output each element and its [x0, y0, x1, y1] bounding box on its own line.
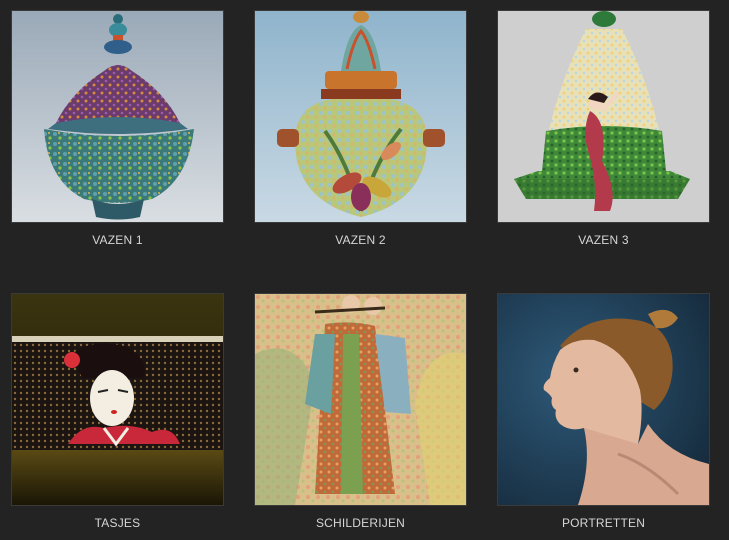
portrait-woman-profile-image [498, 294, 709, 505]
painting-flute-player-image [255, 294, 466, 505]
thumbnail-portretten[interactable] [497, 293, 710, 506]
thumbnail-vazen-1[interactable] [11, 10, 224, 223]
vase-figure-image [498, 11, 709, 222]
tile-caption[interactable]: VAZEN 3 [497, 233, 710, 247]
tile-caption[interactable]: VAZEN 2 [254, 233, 467, 247]
gallery-tile-vazen-3[interactable]: VAZEN 3 [497, 10, 710, 250]
tile-caption[interactable]: TASJES [11, 516, 224, 530]
gallery-tile-vazen-1[interactable]: VAZEN 1 [11, 10, 224, 250]
thumbnail-vazen-2[interactable] [254, 10, 467, 223]
thumbnail-schilderijen[interactable] [254, 293, 467, 506]
vase-floral-urn-image [255, 11, 466, 222]
gallery-tile-tasjes[interactable]: TASJES [11, 293, 224, 533]
tile-caption[interactable]: SCHILDERIJEN [254, 516, 467, 530]
thumbnail-vazen-3[interactable] [497, 10, 710, 223]
gallery-tile-schilderijen[interactable]: SCHILDERIJEN [254, 293, 467, 533]
tile-caption[interactable]: VAZEN 1 [11, 233, 224, 247]
vase-lidded-bowl-image [12, 11, 223, 222]
thumbnail-tasjes[interactable] [11, 293, 224, 506]
gallery-tile-portretten[interactable]: PORTRETTEN [497, 293, 710, 533]
bag-geisha-image [12, 294, 223, 505]
tile-caption[interactable]: PORTRETTEN [497, 516, 710, 530]
gallery-tile-vazen-2[interactable]: VAZEN 2 [254, 10, 467, 250]
